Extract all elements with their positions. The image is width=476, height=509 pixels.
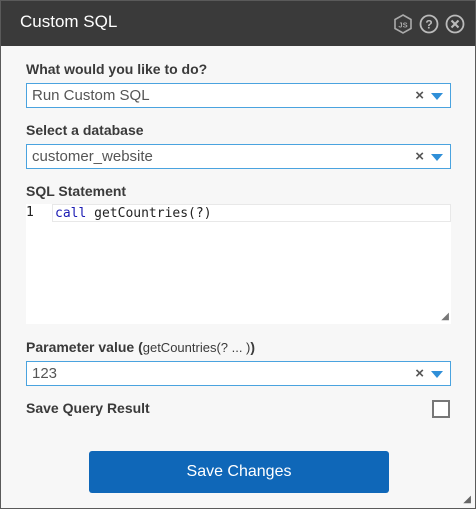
line-number: 1 xyxy=(26,205,34,220)
sql-keyword: call xyxy=(55,206,87,221)
parameter-select[interactable]: 123 × xyxy=(26,361,451,386)
close-icon[interactable] xyxy=(445,14,465,34)
action-clear-icon[interactable]: × xyxy=(415,87,424,104)
sql-editor-line: 1 call getCountries(?) xyxy=(26,204,451,222)
sql-code-line[interactable]: call getCountries(?) xyxy=(52,204,451,222)
action-label: What would you like to do? xyxy=(26,61,208,77)
sql-code-rest: getCountries(?) xyxy=(86,206,212,221)
database-select-value: customer_website xyxy=(32,148,153,165)
dialog-resize-handle-icon[interactable]: ◢ xyxy=(463,494,471,505)
help-icon[interactable]: ? xyxy=(419,14,439,34)
database-chevron-down-icon[interactable] xyxy=(431,154,443,161)
parameter-clear-icon[interactable]: × xyxy=(415,365,424,382)
dialog-titlebar[interactable]: Custom SQL JS ? xyxy=(1,1,475,46)
parameter-label: Parameter value (getCountries(? ... )) xyxy=(26,339,255,355)
svg-text:JS: JS xyxy=(398,21,407,30)
dialog-title: Custom SQL xyxy=(20,12,118,31)
js-badge-icon[interactable]: JS xyxy=(393,14,413,34)
parameter-label-suffix: ) xyxy=(250,339,256,355)
parameter-label-sub: getCountries(? ... ) xyxy=(142,340,251,355)
editor-resize-handle-icon[interactable]: ◢ xyxy=(441,311,449,322)
sql-editor[interactable]: 1 call getCountries(?) ◢ xyxy=(26,204,451,324)
titlebar-icons: JS ? xyxy=(393,14,465,34)
action-select-value: Run Custom SQL xyxy=(32,87,150,104)
database-label: Select a database xyxy=(26,122,144,138)
parameter-select-value: 123 xyxy=(32,365,58,382)
parameter-chevron-down-icon[interactable] xyxy=(431,371,443,378)
custom-sql-dialog: Custom SQL JS ? What would you like to d… xyxy=(0,0,476,509)
save-changes-button[interactable]: Save Changes xyxy=(89,451,389,493)
action-select[interactable]: Run Custom SQL × xyxy=(26,83,451,108)
database-clear-icon[interactable]: × xyxy=(415,148,424,165)
action-chevron-down-icon[interactable] xyxy=(431,93,443,100)
database-select[interactable]: customer_website × xyxy=(26,144,451,169)
save-query-result-label: Save Query Result xyxy=(26,400,150,416)
sql-statement-label: SQL Statement xyxy=(26,183,127,199)
save-query-result-checkbox[interactable] xyxy=(432,400,450,418)
parameter-label-text: Parameter value ( xyxy=(26,339,143,355)
sql-code: call getCountries(?) xyxy=(55,206,212,221)
svg-text:?: ? xyxy=(425,18,432,32)
